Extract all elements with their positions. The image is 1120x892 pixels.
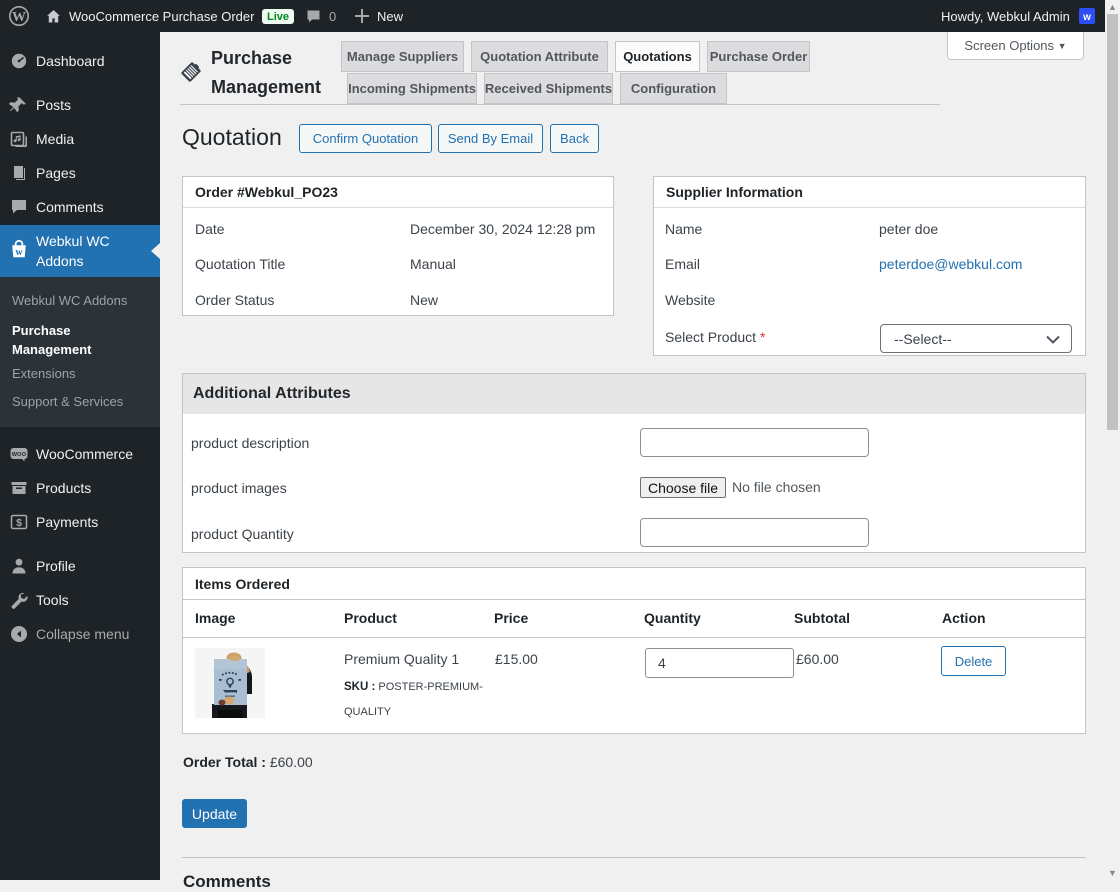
svg-text:WOO: WOO <box>12 452 27 458</box>
svg-text:$: $ <box>16 517 22 529</box>
svg-text:W: W <box>12 10 26 25</box>
svg-text:w: w <box>15 247 23 258</box>
svg-text:w: w <box>1082 12 1091 23</box>
